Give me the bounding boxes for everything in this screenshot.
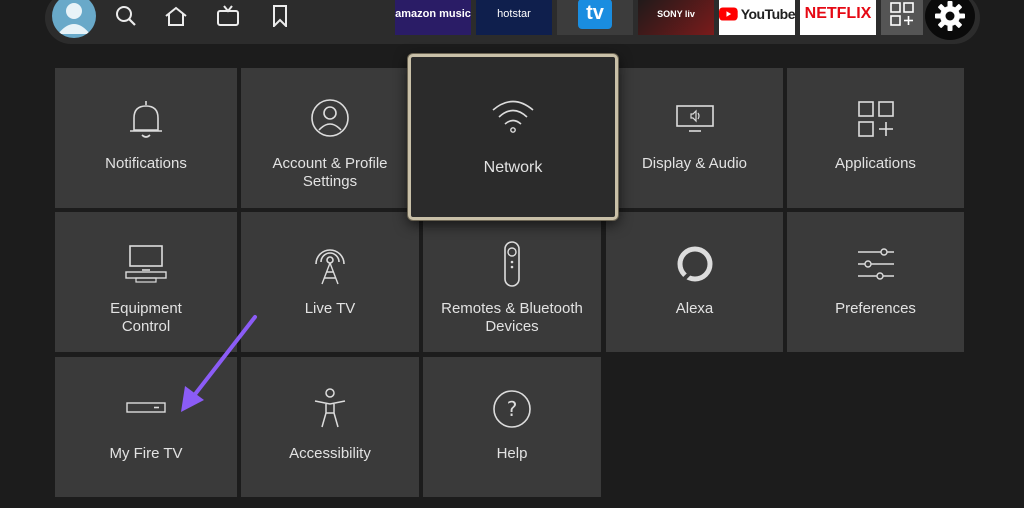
tile-label: Account & Profile Settings	[272, 155, 388, 190]
tile-label: Alexa	[675, 300, 714, 317]
tile-label: Applications	[835, 155, 916, 172]
tile-network-focused[interactable]: Network	[408, 54, 618, 220]
tile-preferences[interactable]: Preferences	[787, 212, 964, 352]
netflix-label: NETFLIX	[804, 4, 872, 22]
wifi-icon	[492, 100, 534, 133]
tile-remotes-bluetooth[interactable]: Remotes & Bluetooth Devices	[423, 212, 601, 352]
gear-icon	[935, 1, 965, 31]
tile-label: Accessibility	[289, 445, 371, 462]
search-icon[interactable]	[113, 3, 139, 29]
tile-label: My Fire TV	[109, 445, 183, 462]
youtube-label: YouTube	[740, 5, 795, 22]
all-apps-button[interactable]	[881, 0, 923, 35]
sliders-icon	[857, 248, 894, 280]
tile-live-tv[interactable]: Live TV	[241, 212, 419, 352]
youtube-play-icon	[719, 6, 738, 21]
home-icon[interactable]	[163, 3, 189, 29]
svg-text:?: ?	[507, 397, 518, 421]
tv-label: tv	[586, 2, 604, 24]
tile-alexa[interactable]: Alexa	[606, 212, 783, 352]
tile-help[interactable]: ? Help	[423, 357, 601, 497]
apps-plus-icon	[890, 1, 914, 26]
remote-icon	[504, 241, 520, 287]
live-tv-icon[interactable]	[215, 3, 241, 29]
tile-notifications[interactable]: Notifications	[55, 68, 237, 208]
tile-applications[interactable]: Applications	[787, 68, 964, 208]
tile-accessibility[interactable]: Accessibility	[241, 357, 419, 497]
tile-label: Live TV	[304, 300, 356, 317]
bookmark-icon[interactable]	[267, 3, 293, 29]
hotstar-label: hotstar	[497, 7, 531, 20]
app-youtube[interactable]: YouTube	[719, 0, 795, 35]
profile-icon	[311, 99, 349, 137]
fire-tv-device-icon	[126, 402, 166, 413]
accessibility-icon	[314, 388, 346, 428]
apps-grid-icon	[857, 101, 894, 137]
annotation-arrow	[181, 315, 257, 412]
sony-liv-label: SONY liv	[657, 8, 695, 19]
tile-label: Remotes & Bluetooth Devices	[441, 300, 583, 335]
tile-label: Notifications	[105, 155, 187, 172]
tile-display-audio[interactable]: Display & Audio	[606, 68, 783, 208]
app-netflix[interactable]: NETFLIX	[800, 0, 876, 35]
tile-label: Help	[496, 445, 528, 462]
amazon-music-label: amazon music	[395, 7, 471, 20]
tile-label: Display & Audio	[641, 155, 748, 172]
app-sony-liv[interactable]: SONY liv	[638, 0, 714, 35]
tv-logo: tv	[578, 0, 612, 29]
equipment-icon	[125, 245, 167, 283]
help-icon: ?	[493, 390, 531, 428]
bell-icon	[130, 101, 162, 138]
app-tv[interactable]: tv	[557, 0, 633, 35]
tile-label: Preferences	[835, 300, 916, 317]
alexa-icon	[677, 246, 712, 282]
app-amazon-music[interactable]: amazon music	[395, 0, 471, 35]
antenna-icon	[315, 249, 345, 285]
tile-account-profile-settings[interactable]: Account & Profile Settings	[241, 68, 419, 208]
app-hotstar[interactable]: hotstar	[476, 0, 552, 35]
tile-label: Network	[483, 159, 543, 176]
display-icon	[675, 105, 714, 132]
